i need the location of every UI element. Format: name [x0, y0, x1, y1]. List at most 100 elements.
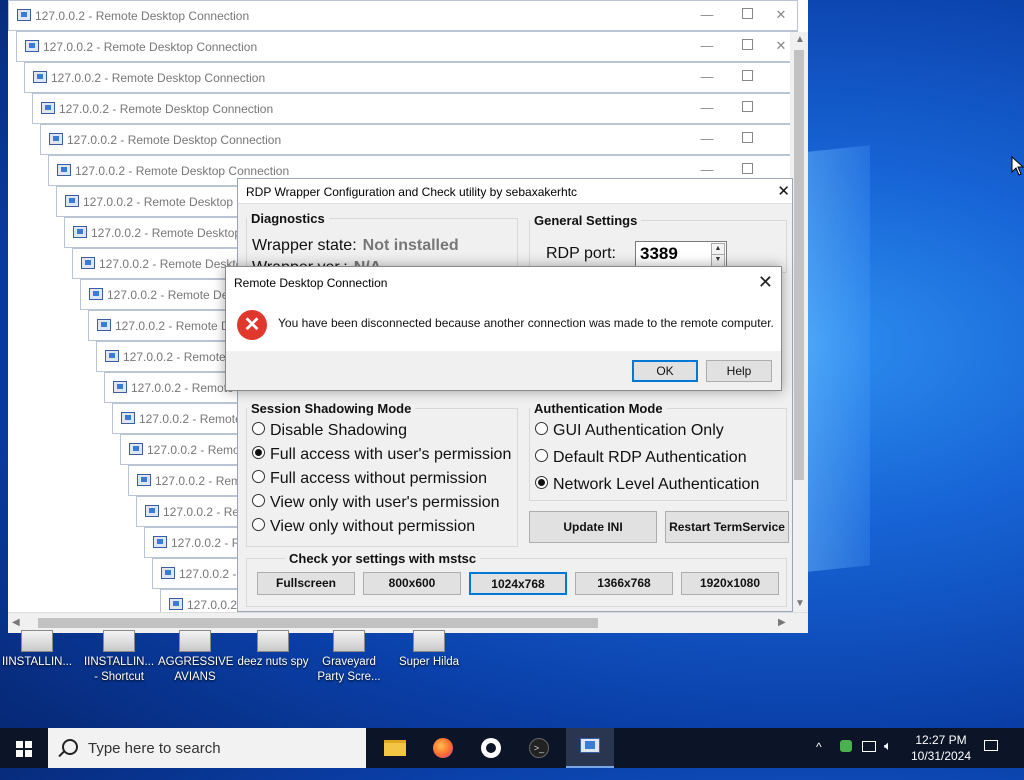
desktop-icon[interactable]: AGGRESSIVE AVIANS [158, 630, 233, 685]
desktop-icon-label: Super Hilda [398, 656, 460, 668]
resolution-button[interactable]: 800x600 [363, 572, 461, 595]
shadowing-option[interactable]: Full access without permission [252, 470, 487, 488]
resolution-button[interactable]: Fullscreen [257, 572, 355, 595]
rdp-port-input[interactable]: 3389 ▲ ▼ [635, 241, 727, 267]
remote-desktop-icon [73, 226, 87, 238]
remote-desktop-window-titlebar[interactable]: 127.0.0.2 - Remote Desktop Connection — [40, 124, 798, 155]
network-icon[interactable] [862, 740, 878, 754]
close-icon[interactable]: ✕ [771, 38, 791, 54]
notifications-icon[interactable] [984, 740, 1000, 754]
taskbar-search[interactable]: Type here to search [48, 728, 366, 768]
security-icon[interactable] [838, 738, 854, 754]
desktop-icon[interactable]: IINSTALLIN... [0, 630, 74, 670]
close-icon[interactable]: ✕ [758, 272, 773, 293]
taskbar-clock[interactable]: 12:27 PM 10/31/2024 [906, 732, 976, 764]
remote-desktop-icon [65, 195, 79, 207]
desktop-icon[interactable]: Graveyard Party Scre... [312, 630, 386, 685]
shadowing-option[interactable]: View only with user's permission [252, 494, 500, 512]
authentication-option[interactable]: Network Level Authentication [535, 476, 759, 494]
authentication-option[interactable]: GUI Authentication Only [535, 422, 724, 440]
shadowing-option[interactable]: Disable Shadowing [252, 422, 407, 440]
window-title: RDP Wrapper Configuration and Check util… [246, 185, 578, 199]
horizontal-scroll-thumb[interactable] [38, 618, 598, 628]
windows-icon [16, 741, 32, 757]
radio-button-icon [252, 518, 265, 531]
remote-desktop-icon [33, 71, 47, 83]
game-icon [179, 630, 211, 652]
maximize-icon[interactable] [737, 100, 757, 115]
shadowing-option-label: Full access with user's permission [270, 446, 512, 463]
rdp-wrapper-titlebar[interactable]: RDP Wrapper Configuration and Check util… [238, 179, 792, 204]
maximize-icon[interactable] [737, 38, 757, 53]
radio-button-icon [535, 476, 548, 489]
remote-desktop-icon [129, 443, 143, 455]
scroll-right-icon[interactable]: ▶ [778, 617, 786, 628]
remote-desktop-icon [137, 474, 151, 486]
authentication-option[interactable]: Default RDP Authentication [535, 449, 747, 467]
update-ini-button[interactable]: Update INI [529, 511, 657, 543]
remote-desktop-window-title: 127.0.0.2 - Remote Desktop Connection [35, 9, 250, 23]
error-icon: ✕ [237, 310, 267, 340]
maximize-icon[interactable] [737, 69, 757, 84]
dialog-titlebar[interactable]: Remote Desktop Connection ✕ [226, 267, 781, 297]
game-icon [333, 630, 365, 652]
desktop-icon[interactable]: IINSTALLIN... - Shortcut [82, 630, 156, 685]
firefox-icon[interactable] [420, 728, 468, 768]
remote-desktop-window-titlebar[interactable]: 127.0.0.2 - Remote Desktop Connection — ✕ [16, 31, 798, 62]
radio-button-icon [252, 422, 265, 435]
remote-desktop-window-titlebar[interactable]: 127.0.0.2 - Remote Desktop Connection — ✕ [8, 0, 798, 31]
maximize-icon[interactable] [737, 162, 757, 177]
desktop-icon-label: Graveyard Party Scre... [317, 656, 381, 683]
remote-desktop-icon [161, 567, 175, 579]
remote-desktop-icon [89, 288, 103, 300]
remote-desktop-window-title: 127.0.0.2 - Remote Desktop Connection [51, 71, 266, 85]
restart-termservice-button[interactable]: Restart TermService [665, 511, 789, 543]
resolution-button[interactable]: 1024x768 [469, 572, 567, 595]
help-button[interactable]: Help [706, 360, 772, 382]
remote-desktop-icon [25, 40, 39, 52]
desktop-icon-label: deez nuts spy [237, 656, 309, 668]
remote-desktop-window-titlebar[interactable]: 127.0.0.2 - Remote Desktop Connection — [32, 93, 798, 124]
remote-desktop-icon[interactable] [566, 728, 614, 768]
remote-desktop-icon [105, 350, 119, 362]
desktop-icon[interactable]: Super Hilda [392, 630, 466, 670]
scroll-left-icon[interactable]: ◀ [12, 617, 20, 628]
minimize-icon[interactable]: — [697, 69, 717, 84]
remote-desktop-window-title: 127.0.0.2 - Remote Desktop Connection [43, 40, 258, 54]
file-explorer-icon[interactable] [372, 728, 420, 768]
close-icon[interactable]: ✕ [777, 182, 790, 200]
resolution-button[interactable]: 1366x768 [575, 572, 673, 595]
show-hidden-icons-icon[interactable]: ^ [816, 740, 822, 780]
scroll-up-icon[interactable]: ▲ [795, 34, 805, 45]
vertical-scroll-thumb[interactable] [794, 50, 804, 480]
diagnostics-label: Diagnostics [251, 211, 325, 226]
remote-desktop-icon [169, 598, 183, 610]
dialog-message: You have been disconnected because anoth… [278, 316, 774, 330]
search-icon [62, 739, 78, 755]
shadowing-option-label: View only with user's permission [270, 494, 500, 511]
github-icon[interactable] [468, 728, 516, 768]
ok-button[interactable]: OK [632, 360, 698, 382]
shadowing-option-label: Full access without permission [270, 470, 487, 487]
minimize-icon[interactable]: — [697, 131, 717, 146]
minimize-icon[interactable]: — [697, 7, 717, 22]
remote-desktop-window-titlebar[interactable]: 127.0.0.2 - Remote Desktop Connection — [24, 62, 798, 93]
close-icon[interactable]: ✕ [771, 7, 791, 23]
resolution-button[interactable]: 1920x1080 [681, 572, 779, 595]
authentication-option-label: GUI Authentication Only [553, 422, 724, 439]
minimize-icon[interactable]: — [697, 38, 717, 53]
scroll-down-icon[interactable]: ▼ [795, 598, 805, 609]
authentication-option-label: Default RDP Authentication [553, 449, 747, 466]
desktop-icon[interactable]: deez nuts spy [236, 630, 310, 670]
terminal-icon[interactable]: >_ [516, 728, 564, 768]
maximize-icon[interactable] [737, 7, 757, 22]
start-button[interactable] [0, 728, 48, 768]
minimize-icon[interactable]: — [697, 100, 717, 115]
shadowing-option[interactable]: View only without permission [252, 518, 475, 536]
clock-date: 10/31/2024 [910, 749, 972, 763]
volume-icon[interactable]: 🔈︎ [884, 738, 892, 778]
minimize-icon[interactable]: — [697, 162, 717, 177]
shadowing-option[interactable]: Full access with user's permission [252, 446, 511, 464]
rdp-port-label: RDP port: [546, 245, 616, 262]
maximize-icon[interactable] [737, 131, 757, 146]
